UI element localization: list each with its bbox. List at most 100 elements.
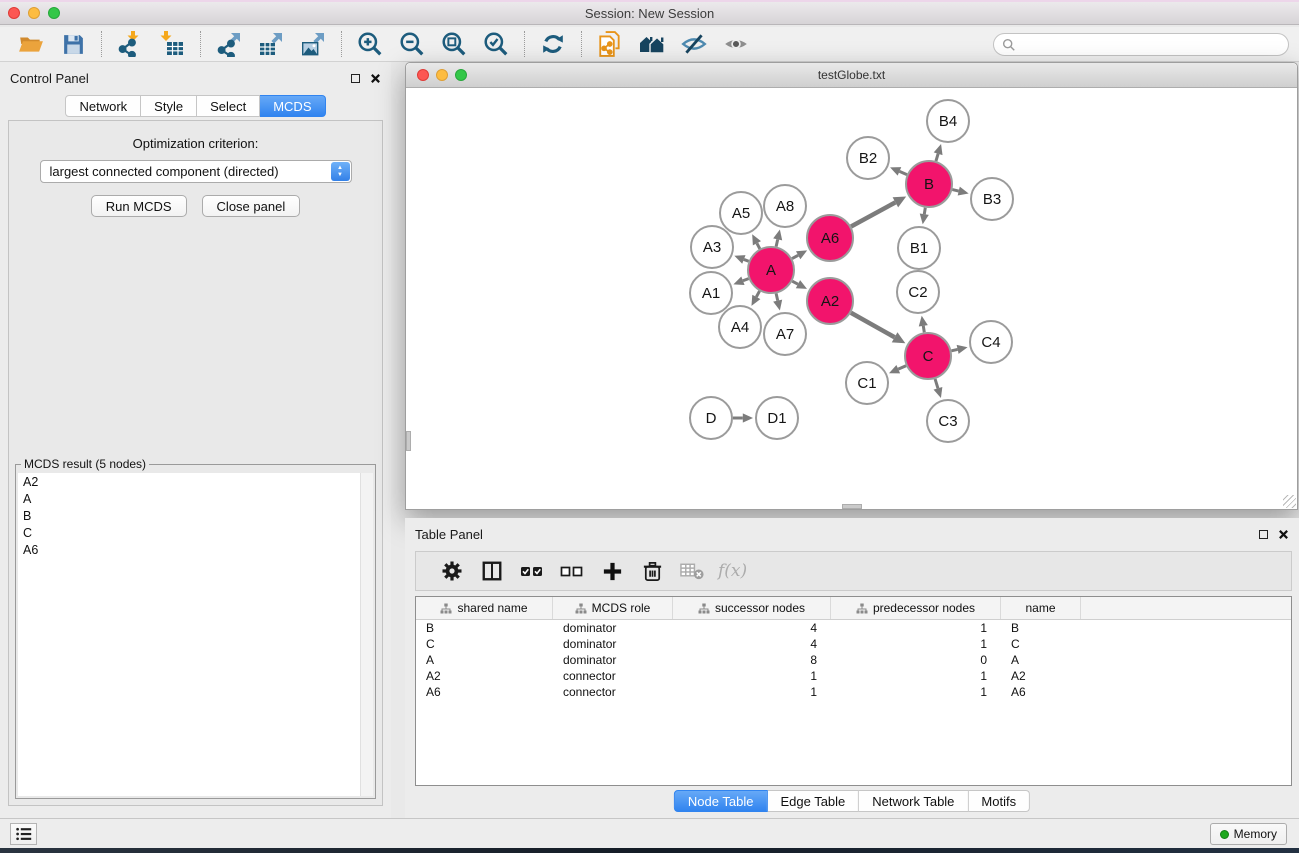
first-neighbors-button[interactable] [639, 30, 665, 58]
scrollbar-track[interactable] [360, 473, 373, 796]
export-network-button[interactable] [216, 30, 242, 58]
tab-network-table[interactable]: Network Table [859, 790, 968, 812]
table-cell: 4 [673, 620, 831, 636]
search-box[interactable] [993, 33, 1289, 56]
graph-edge[interactable] [851, 313, 895, 338]
import-table-button[interactable] [159, 30, 185, 58]
zoom-out-button[interactable] [399, 30, 425, 58]
select-all-button[interactable] [517, 555, 547, 587]
graph-edge[interactable] [924, 208, 925, 214]
float-panel-icon[interactable] [351, 74, 360, 83]
task-history-button[interactable] [10, 823, 37, 845]
tab-edge-table[interactable]: Edge Table [767, 790, 859, 812]
graph-edge[interactable] [744, 259, 749, 261]
column-header-successor-nodes[interactable]: successor nodes [673, 597, 831, 619]
optimization-criterion-label: Optimization criterion: [9, 136, 382, 151]
graph-edge[interactable] [851, 202, 895, 226]
resize-grip-icon[interactable] [1283, 495, 1296, 508]
close-panel-icon[interactable] [370, 73, 381, 84]
memory-button[interactable]: Memory [1210, 823, 1287, 845]
tab-style[interactable]: Style [141, 95, 197, 117]
tab-node-table[interactable]: Node Table [674, 790, 768, 812]
toolbar-separator [341, 31, 342, 57]
trash-icon [641, 560, 664, 583]
graph-edge[interactable] [743, 279, 749, 281]
splitter-grip[interactable] [842, 504, 862, 509]
run-mcds-button[interactable]: Run MCDS [91, 195, 187, 217]
float-panel-icon[interactable] [1259, 530, 1268, 539]
graph-node-label: A4 [731, 319, 749, 336]
zoom-fit-button[interactable] [441, 30, 467, 58]
zoom-selected-button[interactable] [483, 30, 509, 58]
memory-status-icon [1220, 830, 1229, 839]
graph-edge[interactable] [923, 326, 924, 332]
close-panel-icon[interactable] [1278, 529, 1289, 540]
new-network-from-selection-button[interactable] [597, 30, 623, 58]
show-columns-button[interactable] [477, 555, 507, 587]
graph-edge[interactable] [792, 281, 798, 284]
column-header-mcds-role[interactable]: MCDS role [553, 597, 673, 619]
mcds-result-item[interactable]: C [18, 524, 373, 541]
hide-selected-button[interactable] [681, 30, 707, 58]
deselect-all-button[interactable] [557, 555, 587, 587]
table-settings-button[interactable] [437, 555, 467, 587]
network-canvas[interactable]: B4B2BB3A5A8A6B1A3AA1C2A2A4A7C4CC1C3DD1 [406, 89, 1297, 509]
table-cell: A [1001, 652, 1081, 668]
mcds-result-item[interactable]: B [18, 507, 373, 524]
graph-node-label: C4 [981, 334, 1000, 351]
graph-node-label: A1 [702, 285, 720, 302]
function-builder-button[interactable]: f(x) [718, 561, 747, 581]
refresh-view-button[interactable] [540, 30, 566, 58]
delete-columns-button[interactable] [637, 555, 667, 587]
graph-edge[interactable] [951, 349, 957, 350]
table-row[interactable]: Adominator80A [416, 652, 1291, 668]
import-table-icon [159, 31, 185, 57]
graph-edge[interactable] [899, 171, 906, 174]
table-row[interactable]: Bdominator41B [416, 620, 1291, 636]
graph-edge[interactable] [776, 239, 778, 246]
delete-table-button[interactable] [677, 555, 707, 587]
mcds-result-item[interactable]: A6 [18, 541, 373, 558]
column-header-predecessor-nodes[interactable]: predecessor nodes [831, 597, 1001, 619]
graph-edge[interactable] [936, 154, 938, 161]
tab-select[interactable]: Select [197, 95, 260, 117]
eye-slash-icon [681, 31, 707, 57]
column-header-shared-name[interactable]: shared name [416, 597, 553, 619]
table-row[interactable]: A2connector11A2 [416, 668, 1291, 684]
network-graph[interactable]: B4B2BB3A5A8A6B1A3AA1C2A2A4A7C4CC1C3DD1 [406, 89, 1297, 509]
close-panel-button[interactable]: Close panel [202, 195, 301, 217]
graph-edge[interactable] [757, 243, 760, 248]
control-panel: Control Panel NetworkStyleSelectMCDS Opt… [0, 62, 391, 818]
tab-network[interactable]: Network [65, 95, 141, 117]
graph-edge[interactable] [952, 190, 958, 192]
table-cell: A6 [1001, 684, 1081, 700]
mcds-result-list[interactable]: A2ABCA6 [18, 473, 373, 796]
tab-mcds[interactable]: MCDS [260, 95, 325, 117]
open-session-button[interactable] [18, 30, 44, 58]
mcds-result-item[interactable]: A2 [18, 473, 373, 490]
save-session-button[interactable] [60, 30, 86, 58]
graph-edge[interactable] [898, 366, 906, 369]
graph-edge[interactable] [935, 379, 938, 388]
table-row[interactable]: A6connector11A6 [416, 684, 1291, 700]
graph-node-label: B4 [939, 113, 957, 130]
column-header-name[interactable]: name [1001, 597, 1081, 619]
graph-edge[interactable] [792, 255, 798, 258]
export-image-button[interactable] [300, 30, 326, 58]
status-bar: Memory [0, 818, 1299, 848]
import-network-button[interactable] [117, 30, 143, 58]
mcds-result-item[interactable]: A [18, 490, 373, 507]
show-all-button[interactable] [723, 30, 749, 58]
graph-edge[interactable] [756, 291, 759, 297]
graph-edge[interactable] [776, 293, 778, 300]
optimization-criterion-select[interactable]: largest connected component (directed) ▲… [40, 160, 352, 183]
splitter-grip[interactable] [406, 431, 411, 451]
table-row[interactable]: Cdominator41C [416, 636, 1291, 652]
export-table-button[interactable] [258, 30, 284, 58]
tab-motifs[interactable]: Motifs [968, 790, 1030, 812]
zoom-in-button[interactable] [357, 30, 383, 58]
add-column-button[interactable] [597, 555, 627, 587]
search-input[interactable] [1016, 38, 1280, 52]
gear-icon [440, 559, 464, 583]
network-window-titlebar[interactable]: testGlobe.txt [406, 63, 1297, 88]
